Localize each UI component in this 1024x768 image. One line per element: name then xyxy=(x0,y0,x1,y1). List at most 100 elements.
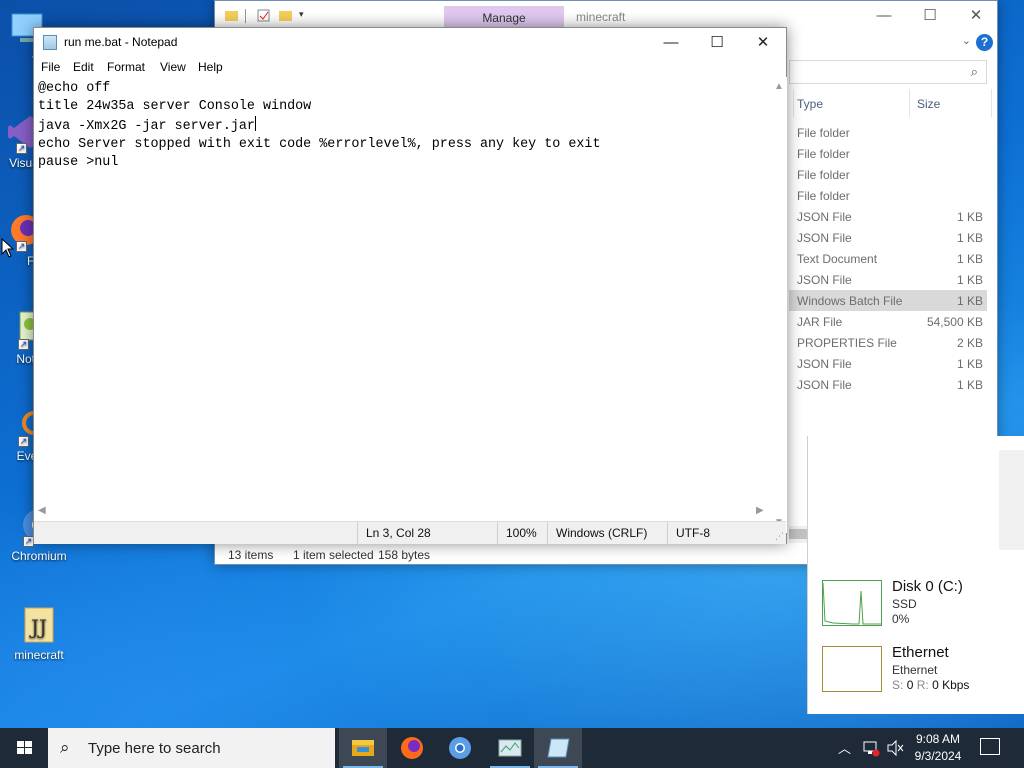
volume-muted-icon[interactable] xyxy=(886,739,904,757)
horizontal-scrollbar[interactable]: ◀ ▶ xyxy=(34,503,770,520)
notepad-icon xyxy=(43,35,57,50)
quick-access-dropdown-icon[interactable]: ▾ xyxy=(299,9,304,20)
desktop-icon-label: minecraft xyxy=(14,648,64,662)
file-row[interactable]: File folder xyxy=(789,143,987,164)
resize-grip-icon[interactable]: ⋰ xyxy=(775,531,784,542)
taskbar-file-explorer[interactable] xyxy=(339,728,387,768)
taskbar-clock[interactable]: 9:08 AM 9/3/2024 xyxy=(906,731,970,765)
desktop-icon-label: Chromium xyxy=(11,549,67,563)
column-divider[interactable] xyxy=(909,89,910,117)
desktop-icon-minecraft[interactable]: JJ minecraft xyxy=(3,604,75,662)
menu-help[interactable]: Help xyxy=(198,60,223,74)
file-size: 1 KB xyxy=(956,294,983,308)
text-cursor xyxy=(254,116,256,131)
file-type: JSON File xyxy=(797,378,852,392)
file-size: 1 KB xyxy=(956,231,983,245)
send-value: 0 xyxy=(906,678,914,692)
file-row[interactable]: JSON File 1 KB xyxy=(789,374,987,395)
column-header-type[interactable]: Type xyxy=(797,97,823,111)
vertical-scrollbar[interactable]: ▲ ▼ xyxy=(770,77,787,533)
minimize-button[interactable]: — xyxy=(648,28,694,57)
file-row[interactable]: File folder xyxy=(789,164,987,185)
ethernet-activity-graph[interactable] xyxy=(822,646,882,692)
text-line-content: java -Xmx2G -jar server.jar xyxy=(38,119,255,134)
column-divider[interactable] xyxy=(991,89,992,117)
file-size: 54,500 KB xyxy=(926,315,983,329)
start-button[interactable] xyxy=(0,728,48,768)
file-type: JSON File xyxy=(797,210,852,224)
text-line: echo Server stopped with exit code %erro… xyxy=(38,137,601,152)
chromium-icon xyxy=(449,737,471,759)
search-icon: ⌕ xyxy=(60,738,70,757)
close-button[interactable]: ✕ xyxy=(953,1,999,31)
minimize-button[interactable]: — xyxy=(861,1,907,31)
notepad-icon xyxy=(547,738,570,758)
desktop: Th ↗ Visua 2 ↗ Fi ↗ Note ↗ Ever ↗ xyxy=(0,0,1024,728)
file-row[interactable]: File folder xyxy=(789,122,987,143)
file-size: 1 KB xyxy=(956,273,983,287)
recv-label: R: xyxy=(916,678,929,692)
scroll-right-icon[interactable]: ▶ xyxy=(756,505,764,516)
close-button[interactable]: ✕ xyxy=(740,28,786,57)
separator xyxy=(245,9,246,23)
text-line: @echo off xyxy=(38,81,111,96)
task-manager-window: Disk 0 (C:) SSD 0% Ethernet Ethernet S: … xyxy=(807,436,1024,714)
send-label: S: xyxy=(892,678,904,692)
file-size: 1 KB xyxy=(956,252,983,266)
maximize-button[interactable]: ☐ xyxy=(694,28,740,57)
scroll-up-icon[interactable]: ▲ xyxy=(774,81,784,92)
file-row[interactable]: File folder xyxy=(789,185,987,206)
file-type: File folder xyxy=(797,147,850,161)
cursor-position: Ln 3, Col 28 xyxy=(357,522,497,544)
properties-icon[interactable] xyxy=(257,9,270,22)
taskbar-notepad[interactable] xyxy=(534,728,582,768)
menu-view[interactable]: View xyxy=(160,60,186,74)
disk-activity-graph[interactable] xyxy=(822,580,882,626)
taskbar-search-box[interactable]: ⌕ Type here to search xyxy=(48,728,335,768)
notification-center-icon[interactable] xyxy=(980,738,1000,755)
file-row[interactable]: JSON File 1 KB xyxy=(789,227,987,248)
file-type: File folder xyxy=(797,189,850,203)
menu-file[interactable]: File xyxy=(41,60,60,74)
file-row[interactable]: Windows Batch File 1 KB xyxy=(789,290,987,311)
text-editor-area[interactable]: @echo off title 24w35a server Console win… xyxy=(34,77,770,533)
column-header-size[interactable]: Size xyxy=(917,97,940,111)
ethernet-throughput: S: 0 R: 0 Kbps xyxy=(892,678,969,692)
taskbar-task-manager[interactable] xyxy=(486,728,534,768)
show-hidden-icons-icon[interactable]: ︿ xyxy=(838,738,851,757)
file-row[interactable]: JSON File 1 KB xyxy=(789,353,987,374)
folder-icon: JJ xyxy=(19,604,59,644)
scrollbar[interactable] xyxy=(999,450,1024,550)
explorer-window-title: minecraft xyxy=(576,10,626,24)
new-folder-icon[interactable] xyxy=(279,9,292,22)
file-row[interactable]: JSON File 1 KB xyxy=(789,269,987,290)
file-type: JSON File xyxy=(797,273,852,287)
scroll-left-icon[interactable]: ◀ xyxy=(38,505,46,516)
file-row[interactable]: JSON File 1 KB xyxy=(789,206,987,227)
file-row[interactable]: Text Document 1 KB xyxy=(789,248,987,269)
file-row[interactable]: JAR File 54,500 KB xyxy=(789,311,987,332)
column-divider[interactable] xyxy=(793,89,794,117)
menu-edit[interactable]: Edit xyxy=(73,60,94,74)
file-row[interactable]: PROPERTIES File 2 KB xyxy=(789,332,987,353)
file-type: JSON File xyxy=(797,357,852,371)
item-count: 13 items xyxy=(228,548,274,562)
disk-kind: SSD xyxy=(892,597,917,611)
shortcut-arrow-icon: ↗ xyxy=(18,339,29,350)
notepad-titlebar[interactable]: run me.bat - Notepad — ☐ ✕ xyxy=(34,28,786,57)
search-input[interactable]: ⌕ xyxy=(789,60,987,84)
file-type: PROPERTIES File xyxy=(797,336,897,350)
network-disconnected-icon[interactable] xyxy=(862,739,880,757)
menu-format[interactable]: Format xyxy=(107,60,145,74)
firefox-icon xyxy=(401,737,423,759)
file-size: 2 KB xyxy=(956,336,983,350)
help-icon[interactable]: ? xyxy=(976,34,993,51)
taskbar-firefox[interactable] xyxy=(388,728,436,768)
file-size: 1 KB xyxy=(956,357,983,371)
expand-ribbon-icon[interactable]: ⌄ xyxy=(962,34,971,47)
file-type: Windows Batch File xyxy=(797,294,903,308)
taskbar-chromium[interactable] xyxy=(436,728,484,768)
svg-text:JJ: JJ xyxy=(29,615,47,639)
file-size: 1 KB xyxy=(956,378,983,392)
maximize-button[interactable]: ☐ xyxy=(907,1,953,31)
